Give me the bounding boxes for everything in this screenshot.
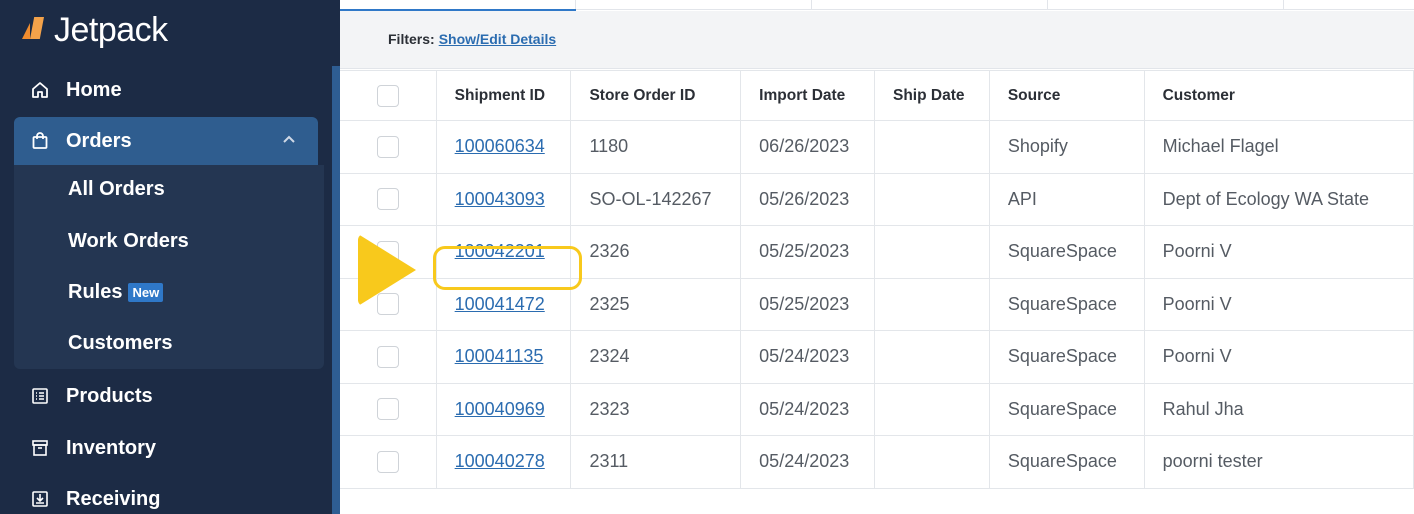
list-icon	[28, 384, 52, 408]
ship-date	[874, 120, 990, 174]
store-order-id: 2326	[570, 225, 742, 279]
select-all-checkbox[interactable]	[376, 84, 399, 107]
home-icon	[28, 78, 52, 102]
download-box-icon	[28, 487, 52, 511]
select-all-cell	[340, 70, 437, 121]
sidebar-item-products[interactable]: Products	[14, 372, 318, 420]
tab-segment[interactable]	[812, 0, 1048, 10]
column-header-source[interactable]: Source	[988, 70, 1145, 121]
import-date: 05/24/2023	[740, 435, 875, 489]
source: SquareSpace	[988, 330, 1145, 384]
column-header-shipment-id[interactable]: Shipment ID	[435, 70, 572, 121]
store-order-id: SO-OL-142267	[570, 172, 742, 226]
ship-date	[874, 172, 990, 226]
ship-date	[874, 435, 990, 489]
highlight-ring	[433, 246, 582, 290]
sidebar-item-home[interactable]: Home	[14, 66, 318, 114]
new-badge: New	[128, 283, 164, 302]
tab-segment[interactable]	[576, 0, 812, 10]
customer: Michael Flagel	[1143, 120, 1414, 174]
submenu-item-all-orders[interactable]: All Orders	[68, 178, 165, 201]
shipment-id-link[interactable]: 100041472	[455, 294, 545, 314]
row-checkbox[interactable]	[376, 135, 399, 158]
source: Shopify	[988, 120, 1145, 174]
show-edit-details-link[interactable]: Show/Edit Details	[439, 31, 556, 47]
store-order-id: 2324	[570, 330, 742, 384]
tab-segment[interactable]	[1048, 0, 1284, 10]
ship-date	[874, 277, 990, 331]
row-checkbox[interactable]	[376, 398, 399, 421]
jetpack-logo-icon	[20, 17, 50, 43]
customer: Poorni V	[1143, 277, 1414, 331]
sidebar-item-label: Inventory	[66, 436, 157, 459]
submenu-item-customers[interactable]: Customers	[68, 332, 172, 355]
filters-label: Filters: Show/Edit Details	[388, 31, 557, 47]
column-header-ship-date[interactable]: Ship Date	[874, 70, 990, 121]
shipment-id-link[interactable]: 100041135	[455, 346, 544, 366]
ship-date	[874, 330, 990, 384]
archive-box-icon	[28, 436, 52, 460]
customer: Poorni V	[1143, 330, 1414, 384]
import-date: 05/24/2023	[740, 330, 875, 384]
source: SquareSpace	[988, 435, 1145, 489]
ship-date	[874, 225, 990, 279]
customer: Rahul Jha	[1143, 382, 1414, 436]
import-date: 05/25/2023	[740, 225, 875, 279]
store-order-id: 2325	[570, 277, 742, 331]
row-checkbox[interactable]	[376, 188, 399, 211]
source: SquareSpace	[988, 225, 1145, 279]
submenu-item-rules[interactable]: Rules New	[68, 281, 164, 304]
source: SquareSpace	[988, 277, 1145, 331]
shipment-id-link[interactable]: 100040278	[455, 451, 545, 471]
table-row[interactable]: 100041135 2324 05/24/2023 SquareSpace Po…	[340, 330, 1414, 384]
pointer-arrow-icon	[358, 234, 416, 306]
table-row[interactable]: 100040278 2311 05/24/2023 SquareSpace po…	[340, 435, 1414, 489]
table-row[interactable]: 100043093 SO-OL-142267 05/26/2023 API De…	[340, 172, 1414, 226]
filters-bar: Filters: Show/Edit Details	[340, 11, 1414, 69]
import-date: 05/25/2023	[740, 277, 875, 331]
table-header-row: Shipment ID Store Order ID Import Date S…	[340, 70, 1414, 121]
sidebar-item-label: Orders	[66, 129, 132, 152]
shipment-id-link[interactable]: 100060634	[455, 136, 545, 156]
chevron-up-icon[interactable]	[280, 131, 298, 149]
import-date: 05/26/2023	[740, 172, 875, 226]
column-header-import-date[interactable]: Import Date	[740, 70, 875, 121]
store-order-id: 1180	[570, 120, 742, 174]
jetpack-logo[interactable]: Jetpack	[20, 10, 168, 50]
store-order-id: 2311	[570, 435, 742, 489]
shipment-id-link[interactable]: 100043093	[455, 189, 545, 209]
import-date: 05/24/2023	[740, 382, 875, 436]
logo-text: Jetpack	[54, 10, 168, 49]
table-row[interactable]: 100060634 1180 06/26/2023 Shopify Michae…	[340, 120, 1414, 174]
store-order-id: 2323	[570, 382, 742, 436]
row-checkbox[interactable]	[376, 345, 399, 368]
sidebar-item-label: Products	[66, 384, 153, 407]
sidebar: Jetpack Home Orders All Orders Work Orde…	[0, 0, 340, 514]
customer: poorni tester	[1143, 435, 1414, 489]
shopping-bag-icon	[28, 129, 52, 153]
customer: Dept of Ecology WA State	[1143, 172, 1414, 226]
source: SquareSpace	[988, 382, 1145, 436]
sidebar-item-inventory[interactable]: Inventory	[14, 424, 318, 472]
sidebar-item-receiving[interactable]: Receiving	[14, 475, 318, 514]
customer: Poorni V	[1143, 225, 1414, 279]
sidebar-item-label: Receiving	[66, 487, 161, 510]
submenu-item-work-orders[interactable]: Work Orders	[68, 230, 189, 253]
column-header-customer[interactable]: Customer	[1143, 70, 1414, 121]
sidebar-item-label: Home	[66, 78, 122, 101]
table-row[interactable]: 100040969 2323 05/24/2023 SquareSpace Ra…	[340, 382, 1414, 436]
sidebar-scrollbar[interactable]	[332, 66, 340, 514]
top-tab-strip	[340, 0, 1414, 11]
import-date: 06/26/2023	[740, 120, 875, 174]
source: API	[988, 172, 1145, 226]
column-header-store-order-id[interactable]: Store Order ID	[570, 70, 742, 121]
shipment-id-link[interactable]: 100040969	[455, 399, 545, 419]
sidebar-item-orders[interactable]: Orders	[14, 117, 318, 165]
ship-date	[874, 382, 990, 436]
row-checkbox[interactable]	[376, 450, 399, 473]
